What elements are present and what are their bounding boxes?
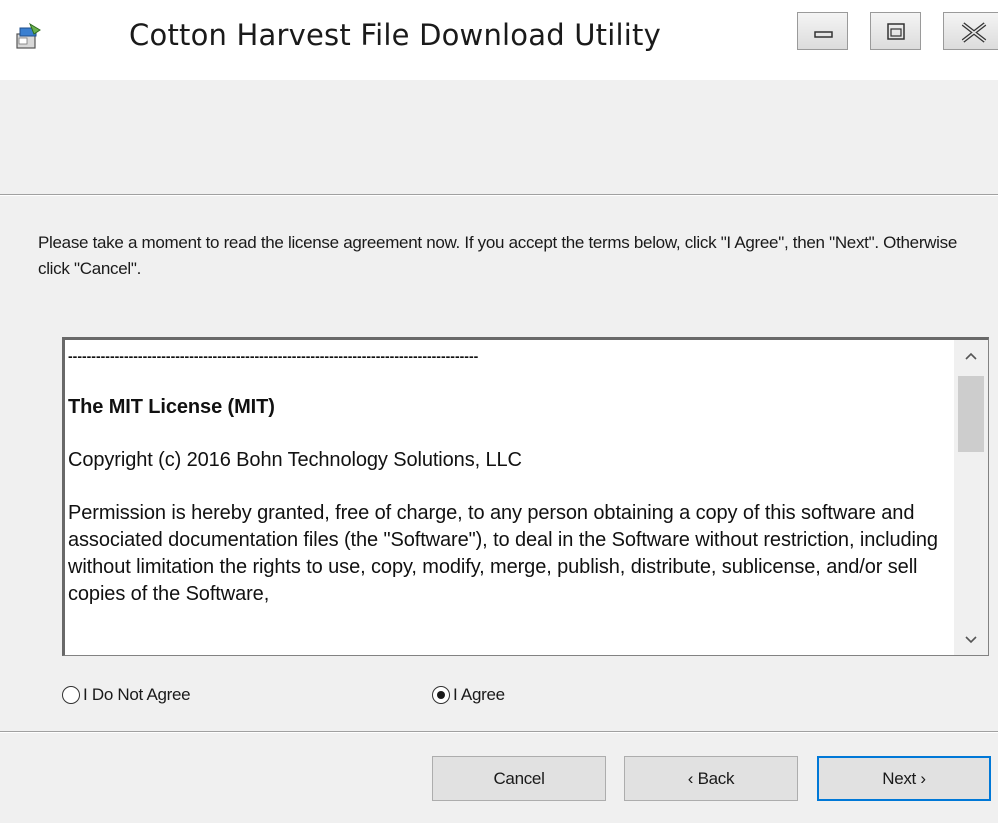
radio-circle-agree[interactable] bbox=[432, 686, 450, 704]
title-bar: Cotton Harvest File Download Utility bbox=[0, 0, 998, 80]
scroll-up-button[interactable] bbox=[954, 340, 988, 374]
chevron-down-icon bbox=[965, 636, 977, 644]
minimize-icon bbox=[814, 31, 833, 38]
next-button[interactable]: Next › bbox=[817, 756, 991, 801]
radio-label-agree: I Agree bbox=[453, 685, 505, 704]
license-title: The MIT License (MIT) bbox=[68, 396, 275, 418]
radio-agree[interactable]: I Agree bbox=[432, 682, 505, 708]
license-text-area[interactable]: ----------------------------------------… bbox=[62, 337, 989, 656]
scroll-thumb[interactable] bbox=[958, 376, 984, 452]
license-permission: Permission is hereby granted, free of ch… bbox=[68, 502, 938, 605]
minimize-button[interactable] bbox=[797, 12, 848, 50]
back-button[interactable]: ‹ Back bbox=[624, 756, 798, 801]
license-copyright: Copyright (c) 2016 Bohn Technology Solut… bbox=[68, 449, 522, 471]
scroll-down-button[interactable] bbox=[954, 622, 988, 655]
window-title: Cotton Harvest File Download Utility bbox=[129, 18, 661, 52]
radio-circle-disagree[interactable] bbox=[62, 686, 80, 704]
license-scrollbar[interactable] bbox=[954, 340, 988, 655]
close-icon bbox=[961, 22, 987, 43]
license-separator: ----------------------------------------… bbox=[68, 348, 479, 364]
radio-label-disagree: I Do Not Agree bbox=[83, 685, 191, 704]
license-content: ----------------------------------------… bbox=[68, 348, 956, 608]
chevron-up-icon bbox=[965, 352, 977, 360]
radio-do-not-agree[interactable]: I Do Not Agree bbox=[62, 682, 191, 708]
cancel-button[interactable]: Cancel bbox=[432, 756, 606, 801]
wizard-banner bbox=[0, 80, 998, 194]
instructions-text: Please take a moment to read the license… bbox=[38, 233, 957, 278]
close-button[interactable] bbox=[943, 12, 998, 50]
maximize-icon bbox=[887, 23, 905, 40]
maximize-button[interactable] bbox=[870, 12, 921, 50]
